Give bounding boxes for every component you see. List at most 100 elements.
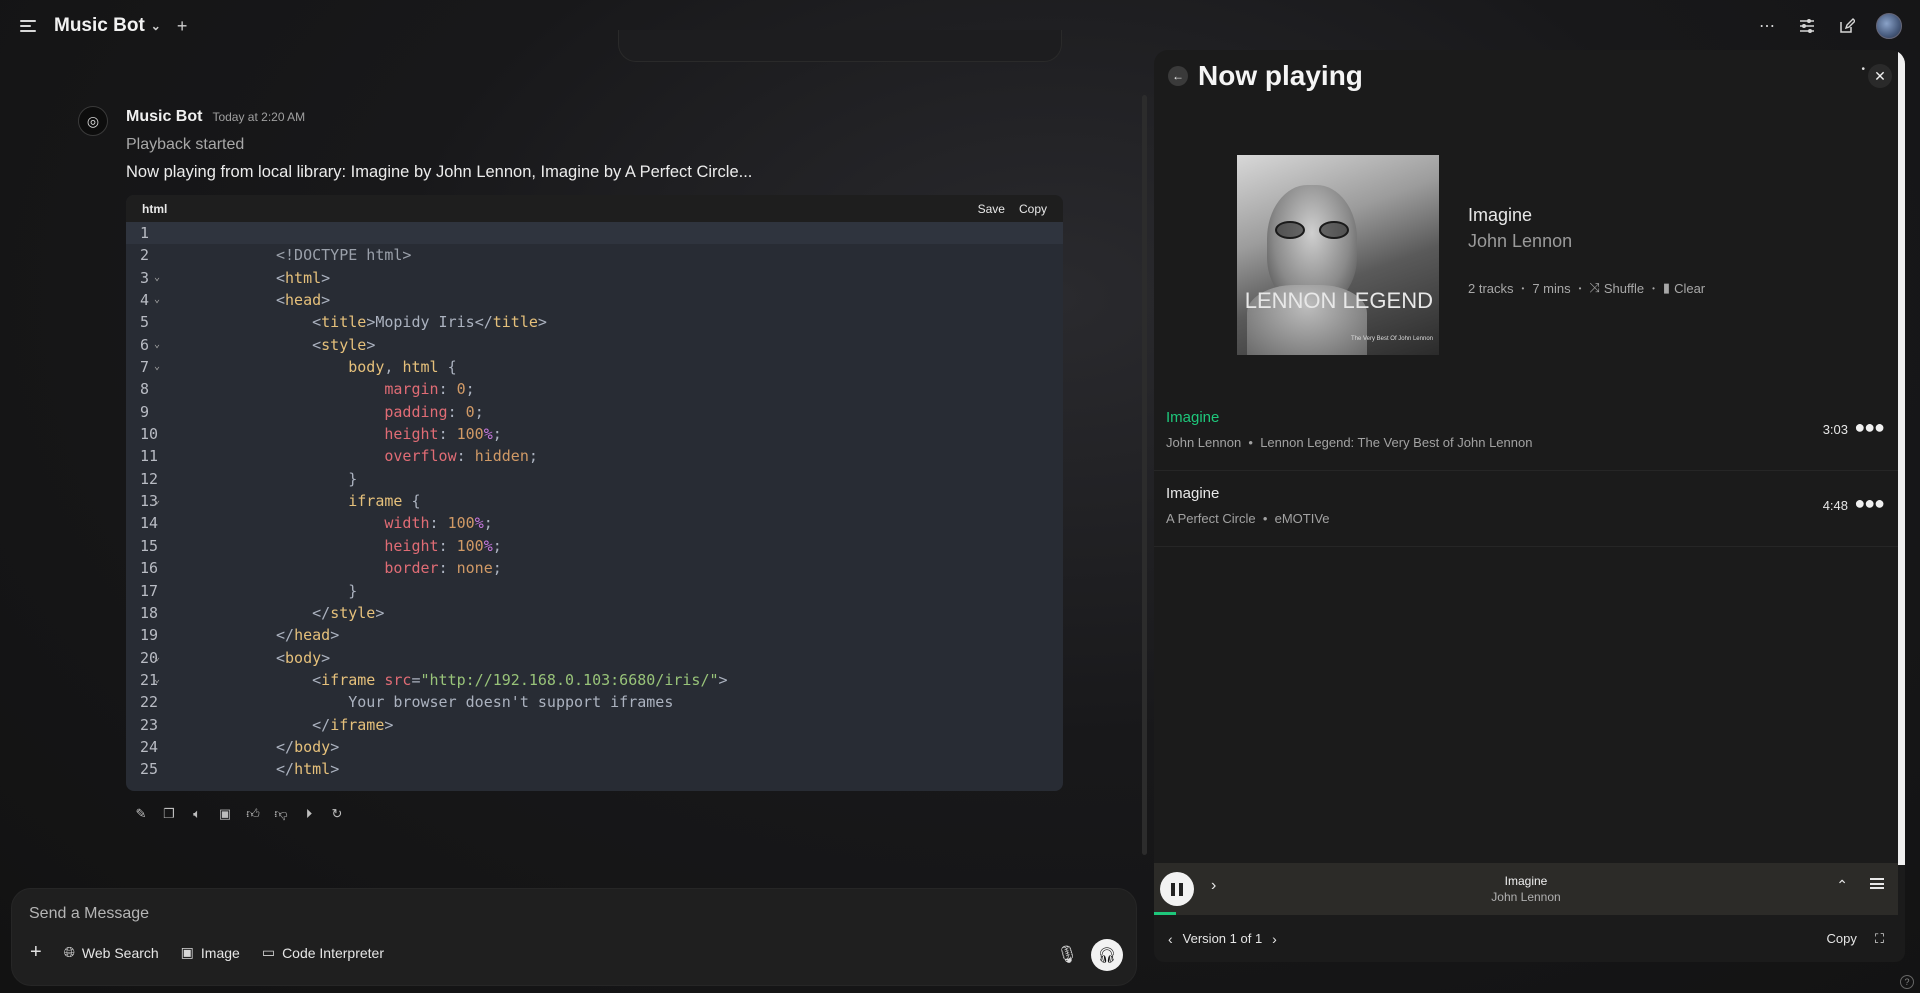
- code-line: 22 Your browser doesn't support iframes: [140, 693, 674, 712]
- controls-icon[interactable]: [1796, 15, 1818, 37]
- web-search-button[interactable]: 🌐︎ Web Search: [64, 944, 159, 961]
- code-line: 23 </iframe>: [140, 715, 394, 734]
- queue-icon[interactable]: [1870, 878, 1884, 889]
- player-now-playing: Imagine John Lennon: [1154, 874, 1898, 904]
- save-code-button[interactable]: Save: [978, 202, 1005, 216]
- more-options-icon[interactable]: ⋯: [1756, 15, 1778, 37]
- sidebar-toggle-icon[interactable]: [20, 20, 36, 32]
- regenerate-icon[interactable]: ↻: [329, 806, 345, 822]
- code-line: 10 height: 100%;: [140, 425, 502, 444]
- code-editor[interactable]: 1 2 <!DOCTYPE html> 3 ⌄ <html> 4 ⌄ <head> 5 <…: [126, 222, 1063, 791]
- code-block: html Save Copy 1 2 <!DOCTYPE html> 3 ⌄ <htm…: [126, 195, 1063, 791]
- code-line: 19 </head>: [140, 626, 340, 645]
- voice-mode-button[interactable]: 🎧︎: [1091, 939, 1123, 971]
- player-bar: › Imagine John Lennon ⌃: [1154, 863, 1898, 915]
- version-label: Version 1 of 1: [1182, 931, 1263, 946]
- thumbs-up-icon[interactable]: 👍︎: [245, 806, 261, 822]
- status-dot-icon: •: [1861, 64, 1865, 75]
- current-track-info: Imagine John Lennon 2 tracks • 7 mins • …: [1468, 205, 1705, 296]
- model-selector[interactable]: Music Bot ⌄: [54, 15, 161, 37]
- previous-version-icon[interactable]: ‹: [1168, 931, 1173, 947]
- code-line: 7 ⌄ body, html {: [126, 356, 1063, 378]
- code-line: 13 ⌄ iframe {: [126, 490, 1063, 512]
- code-interpreter-button[interactable]: ▭ Code Interpreter: [262, 944, 384, 961]
- code-line: 24 </body>: [140, 737, 340, 756]
- message-header: Music Bot Today at 2:20 AM: [126, 108, 305, 126]
- close-icon[interactable]: ✕: [1868, 64, 1892, 88]
- terminal-icon: ▭: [261, 944, 276, 960]
- message-input-box: Send a Message + 🌐︎ Web Search ▣ Image ▭…: [11, 888, 1137, 986]
- artifact-panel: ← Now playing • ✕ LENNON LEGEND The Very…: [1154, 50, 1905, 962]
- read-aloud-icon[interactable]: 🔈︎: [189, 806, 205, 822]
- fold-icon[interactable]: ⌄: [154, 669, 160, 691]
- copy-icon[interactable]: ❐: [161, 806, 177, 822]
- next-version-icon[interactable]: ›: [1272, 931, 1277, 947]
- code-line: 21 ⌄ <iframe src="http://192.168.0.103:66…: [126, 669, 1063, 691]
- panel-scrollbar[interactable]: [1898, 50, 1905, 865]
- code-line: 1: [126, 222, 1063, 245]
- shuffle-button[interactable]: ⤨ Shuffle: [1589, 280, 1644, 296]
- back-arrow-icon[interactable]: ←: [1168, 66, 1188, 86]
- attach-plus-icon[interactable]: +: [30, 941, 42, 964]
- now-playing-title: Now playing: [1198, 60, 1363, 91]
- globe-icon: 🌐︎: [63, 944, 75, 960]
- code-line: 5 <title>Mopidy Iris</title>: [140, 313, 547, 332]
- total-duration: 7 mins: [1532, 280, 1571, 296]
- add-model-icon[interactable]: +: [177, 16, 188, 37]
- code-line: 8 margin: 0;: [140, 380, 475, 399]
- track-list: Imagine John Lennon • Lennon Legend: The…: [1154, 395, 1898, 547]
- model-name: Music Bot: [54, 15, 145, 36]
- fold-icon[interactable]: ⌄: [154, 356, 160, 378]
- shuffle-icon: ⤨: [1589, 280, 1600, 295]
- track-title: Imagine: [1166, 409, 1220, 426]
- code-line: 12 }: [140, 469, 358, 488]
- help-icon[interactable]: ?: [1900, 975, 1914, 989]
- fold-icon[interactable]: ⌄: [154, 647, 160, 669]
- track-row[interactable]: Imagine A Perfect Circle • eMOTIVe 4:48 …: [1154, 471, 1898, 547]
- current-track-artist: John Lennon: [1468, 231, 1573, 251]
- code-line: 4 ⌄ <head>: [126, 289, 1063, 311]
- code-line: 11 overflow: hidden;: [140, 447, 538, 466]
- message-input[interactable]: Send a Message: [29, 905, 149, 923]
- new-chat-icon[interactable]: [1836, 15, 1858, 37]
- edit-icon[interactable]: ✎: [133, 806, 149, 822]
- track-more-icon[interactable]: ●●●: [1854, 417, 1885, 438]
- play-icon[interactable]: ⏵: [301, 806, 317, 822]
- fold-icon[interactable]: ⌄: [154, 267, 160, 289]
- fold-icon[interactable]: ⌄: [154, 490, 160, 512]
- code-line: 2 <!DOCTYPE html>: [140, 246, 412, 265]
- code-line: 15 height: 100%;: [140, 536, 502, 555]
- message-actions: ✎ ❐ 🔈︎ ▣ 👍︎ 👎︎ ⏵ ↻: [133, 806, 345, 822]
- message-timestamp: Today at 2:20 AM: [212, 110, 306, 124]
- track-duration: 4:48: [1822, 498, 1848, 513]
- track-row[interactable]: Imagine John Lennon • Lennon Legend: The…: [1154, 395, 1898, 471]
- chat-scrollbar[interactable]: [1142, 95, 1147, 855]
- message-author: Music Bot: [126, 108, 203, 125]
- thumbs-down-icon[interactable]: 👎︎: [273, 806, 289, 822]
- previous-message-edge: [618, 30, 1062, 62]
- fold-icon[interactable]: ⌄: [154, 334, 160, 356]
- fullscreen-icon[interactable]: ⛶: [1875, 931, 1884, 947]
- microphone-icon[interactable]: 🎙︎: [1056, 945, 1078, 965]
- code-line: 14 width: 100%;: [140, 514, 493, 533]
- code-line: 18 </style>: [140, 603, 385, 622]
- player-title: Imagine: [1504, 874, 1548, 888]
- track-count: 2 tracks: [1468, 280, 1514, 296]
- clear-button[interactable]: ▮ Clear: [1663, 280, 1705, 296]
- player-artist: John Lennon: [1491, 890, 1561, 904]
- track-duration: 3:03: [1822, 422, 1848, 437]
- image-icon[interactable]: ▣: [217, 806, 233, 822]
- chevron-up-icon[interactable]: ⌃: [1836, 877, 1848, 894]
- copy-artifact-button[interactable]: Copy: [1827, 931, 1857, 946]
- queue-meta: 2 tracks • 7 mins • ⤨ Shuffle • ▮ Clear: [1468, 280, 1706, 296]
- track-more-icon[interactable]: ●●●: [1854, 493, 1885, 514]
- fold-icon[interactable]: ⌄: [154, 289, 160, 311]
- image-icon: ▣: [180, 944, 194, 960]
- now-playing-header: ← Now playing: [1168, 60, 1363, 92]
- copy-code-button[interactable]: Copy: [1019, 202, 1047, 216]
- user-avatar[interactable]: [1876, 13, 1902, 39]
- message-status: Playback started: [126, 136, 245, 153]
- chevron-down-icon: ⌄: [150, 19, 161, 33]
- image-button[interactable]: ▣ Image: [181, 944, 240, 961]
- code-line: 16 border: none;: [140, 559, 502, 578]
